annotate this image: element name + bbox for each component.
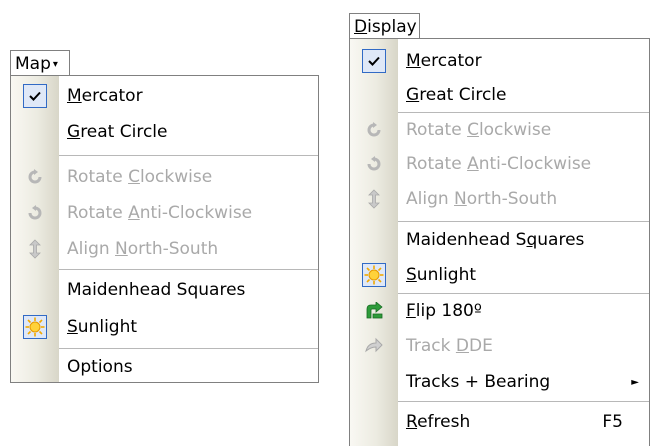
menu-item-label: Options [67,357,133,377]
menu-item-maidenhead-squares[interactable]: Maidenhead Squares [11,272,318,308]
menu-item-rotate-anticlockwise[interactable]: Rotate Anti-Clockwise [11,195,318,231]
menu-item-label: Align North-South [67,239,219,259]
menu-item-label: Flip 180º [406,301,482,321]
menu-item-label: Rotate Clockwise [406,120,552,140]
menu-item-tracks-bearing[interactable]: Tracks + Bearing ► [350,364,649,400]
display-menu-header[interactable]: Display [349,13,420,39]
checkmark-icon [362,49,386,73]
align-north-south-icon [350,182,398,216]
sun-icon [23,315,47,339]
align-north-south-icon [11,231,59,267]
menu-item-label: Maidenhead Squares [67,280,246,300]
menu-item-great-circle[interactable]: Great Circle [11,114,318,150]
menu-item-great-circle[interactable]: Great Circle [350,79,649,111]
menu-separator [398,112,649,113]
map-menu-title: Map [15,54,51,74]
menu-item-refresh[interactable]: Refresh F5 [350,404,649,440]
menu-item-label: Track DDE [406,336,493,356]
menu-item-label: Mercator [406,51,482,71]
menu-item-mercator[interactable]: Mercator [350,43,649,79]
menu-item-options[interactable]: Options [11,349,318,385]
menu-item-rotate-anticlockwise[interactable]: Rotate Anti-Clockwise [350,146,649,182]
checkmark-icon [23,84,47,108]
submenu-arrow-icon: ► [631,376,639,388]
menu-item-label: Rotate Clockwise [67,167,213,187]
rotate-clockwise-icon [350,114,398,146]
sun-icon [362,263,386,287]
menu-item-mercator[interactable]: Mercator [11,78,318,114]
flip-icon [350,294,398,328]
menu-item-label: Rotate Anti-Clockwise [67,203,253,223]
shortcut-label: F5 [602,412,623,432]
menu-item-track-dde[interactable]: Track DDE [350,328,649,364]
menu-item-label: Sunlight [67,317,138,337]
menu-separator [59,269,318,270]
menu-item-label: Align North-South [406,189,558,209]
menu-item-label: Mercator [67,86,143,106]
menu-item-label: Maidenhead Squares [406,230,585,250]
menu-separator [59,155,318,156]
track-dde-icon [350,328,398,364]
menu-item-label: Tracks + Bearing [406,372,551,392]
map-dropdown-menu: Mercator Great Circle Rotate Clockwise R… [10,75,319,383]
dropdown-arrow-icon: ▾ [52,59,58,70]
menu-item-sunlight[interactable]: Sunlight [11,308,318,346]
map-menu-header[interactable]: Map ▾ [10,50,70,76]
menu-item-align-north-south[interactable]: Align North-South [350,182,649,216]
menu-item-label: Refresh [406,412,471,432]
menu-item-label: Great Circle [67,122,168,142]
menu-item-label: Sunlight [406,265,477,285]
display-menu-title: Display [354,17,417,37]
rotate-anticlockwise-icon [11,195,59,231]
menu-item-label: Great Circle [406,85,507,105]
rotate-clockwise-icon [11,159,59,195]
menu-item-rotate-clockwise[interactable]: Rotate Clockwise [350,114,649,146]
menu-separator [398,401,649,402]
menu-item-rotate-clockwise[interactable]: Rotate Clockwise [11,159,318,195]
menu-item-label: Rotate Anti-Clockwise [406,154,592,174]
rotate-anticlockwise-icon [350,146,398,182]
menu-item-maidenhead-squares[interactable]: Maidenhead Squares [350,222,649,258]
menu-item-sunlight[interactable]: Sunlight [350,258,649,292]
menu-item-flip-180[interactable]: Flip 180º [350,294,649,328]
display-dropdown-menu: Mercator Great Circle Rotate Clockwise R… [349,38,650,446]
menu-item-align-north-south[interactable]: Align North-South [11,231,318,267]
